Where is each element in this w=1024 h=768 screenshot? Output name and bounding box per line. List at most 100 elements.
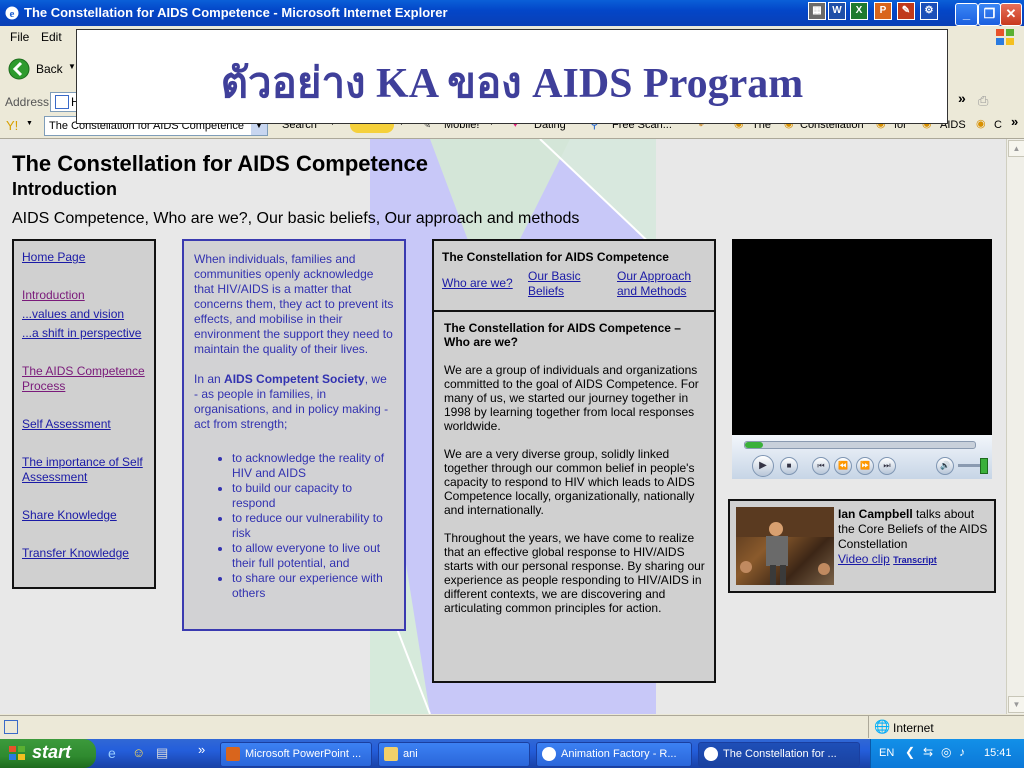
windows-logo-icon: [996, 29, 1014, 45]
mute-button[interactable]: 🔊: [936, 457, 954, 475]
ian-campbell-box: Ian Campbell talks about the Core Belief…: [728, 499, 996, 593]
yahoo-icon[interactable]: Y!: [6, 118, 18, 133]
word-icon[interactable]: W: [828, 2, 846, 20]
seek-bar[interactable]: [744, 441, 976, 449]
slide-title: ตัวอย่าง KA ของ AIDS Program: [220, 61, 804, 107]
volume-thumb[interactable]: [980, 458, 989, 474]
link-basic-beliefs[interactable]: Our Basic Beliefs: [528, 269, 598, 299]
intro-box: When individuals, families and communiti…: [182, 239, 406, 631]
video-thumbnail[interactable]: [736, 507, 834, 585]
scroll-down-icon[interactable]: ▼: [1008, 696, 1024, 713]
clock: 15:41: [984, 747, 1012, 759]
minimize-button[interactable]: _: [955, 3, 978, 26]
ie-quicklaunch-icon[interactable]: e: [108, 745, 116, 761]
video-controls: ▶ ■ ⏮ ⏪ ⏩ ⏭ 🔊: [732, 435, 992, 479]
chevron-right-icon[interactable]: »: [1011, 114, 1018, 129]
app-grid-icon[interactable]: ▦: [808, 2, 826, 20]
page-subheading: Introduction: [12, 179, 117, 199]
globe-icon: 🌐: [874, 719, 891, 734]
link-who-are-we[interactable]: Who are we?: [442, 276, 513, 291]
nav-self-assessment[interactable]: Self Assessment: [22, 417, 111, 432]
powerpoint-icon: [226, 747, 240, 761]
transcript-link[interactable]: Transcript: [893, 555, 937, 565]
list-item: to share our experience with others: [232, 571, 394, 601]
video-clip-link[interactable]: Video clip: [838, 552, 890, 566]
stop-button[interactable]: ■: [780, 457, 798, 475]
nav-share-knowledge[interactable]: Share Knowledge: [22, 508, 117, 523]
status-bar: 🌐 Internet: [0, 715, 1024, 740]
who-paragraph-2: We are a very diverse group, solidly lin…: [444, 447, 695, 517]
window-title: The Constellation for AIDS Competence - …: [24, 5, 448, 20]
svg-text:e: e: [10, 8, 15, 20]
page-content: The Constellation for AIDS Competence In…: [0, 139, 1006, 714]
previous-button[interactable]: ⏮: [812, 457, 830, 475]
ie-icon: e: [5, 6, 19, 20]
chevron-left-icon[interactable]: ❮: [905, 745, 915, 759]
language-indicator[interactable]: EN: [879, 747, 894, 759]
nav-importance-self-assessment[interactable]: The importance of Self Assessment: [22, 455, 150, 485]
who-paragraph-3: Throughout the years, we have come to re…: [444, 531, 705, 615]
task-powerpoint[interactable]: Microsoft PowerPoint ...: [220, 742, 372, 767]
nav-transfer-knowledge[interactable]: Transfer Knowledge: [22, 546, 129, 561]
task-constellation[interactable]: The Constellation for ...: [698, 742, 860, 767]
network-icon[interactable]: ⇆: [923, 745, 933, 759]
close-button[interactable]: ✕: [1000, 3, 1022, 26]
word-search-icon: ◉: [976, 118, 986, 130]
folder-icon: [384, 747, 398, 761]
next-button[interactable]: ⏭: [878, 457, 896, 475]
back-arrow-icon: [8, 58, 30, 80]
volume-icon[interactable]: ♪: [959, 745, 965, 759]
start-button[interactable]: start: [0, 739, 96, 768]
nav-values-vision[interactable]: ...values and vision: [22, 307, 124, 322]
nav-shift-perspective[interactable]: ...a shift in perspective: [22, 326, 141, 341]
word-c[interactable]: C: [994, 119, 1002, 131]
excel-icon[interactable]: X: [850, 2, 868, 20]
menu-edit[interactable]: Edit: [41, 30, 62, 44]
speaker-thumbnail-image: [736, 507, 834, 585]
vertical-scrollbar[interactable]: ▲ ▼: [1006, 139, 1024, 714]
chevron-down-icon[interactable]: ▼: [68, 62, 76, 71]
intro-paragraph-2: In an AIDS Competent Society, we - as pe…: [194, 372, 389, 431]
slide-title-overlay: ตัวอย่าง KA ของ AIDS Program: [76, 29, 948, 124]
settings-app-icon[interactable]: ⚙: [920, 2, 938, 20]
link-approach-methods[interactable]: Our Approach and Methods: [617, 269, 707, 299]
list-item: to acknowledge the reality of HIV and AI…: [232, 451, 394, 481]
chevron-right-icon[interactable]: »: [958, 90, 966, 106]
zone-label: Internet: [893, 721, 934, 735]
rewind-button[interactable]: ⏪: [834, 457, 852, 475]
taskbar: start e ☺ ▤ » Microsoft PowerPoint ... a…: [0, 739, 1024, 768]
aids-competent-society: AIDS Competent Society: [224, 372, 365, 386]
chevron-right-icon[interactable]: »: [198, 742, 205, 757]
menu-file[interactable]: File: [10, 30, 29, 44]
scroll-up-icon[interactable]: ▲: [1008, 140, 1024, 157]
task-animation-factory[interactable]: Animation Factory - R...: [536, 742, 692, 767]
task-ani[interactable]: ani: [378, 742, 530, 767]
chevron-down-icon[interactable]: ▼: [26, 120, 33, 127]
desktop-quicklaunch-icon[interactable]: ▤: [156, 745, 168, 761]
powerpoint-icon[interactable]: P: [874, 2, 892, 20]
left-nav: Home Page Introduction ...values and vis…: [12, 239, 156, 589]
back-button[interactable]: Back ▼: [8, 58, 78, 80]
volume-slider[interactable]: [958, 458, 989, 474]
seek-progress: [745, 442, 764, 448]
acrobat-icon[interactable]: ✎: [897, 2, 915, 20]
intro-paragraph: When individuals, families and communiti…: [194, 252, 394, 356]
list-item: to allow everyone to live out their full…: [232, 541, 394, 571]
print-icon[interactable]: ⎙: [978, 93, 988, 109]
page-status-icon: [4, 720, 18, 734]
section-title: The Constellation for AIDS Competence – …: [444, 321, 681, 349]
play-button[interactable]: ▶: [752, 455, 774, 477]
page-title: The Constellation for AIDS Competence: [12, 151, 429, 176]
windows-logo-icon: [9, 746, 25, 760]
nav-home-page[interactable]: Home Page: [22, 250, 85, 265]
nav-aids-competence-process[interactable]: The AIDS Competence Process: [22, 364, 150, 394]
list-item: to build our capacity to respond: [232, 481, 394, 511]
messenger-quicklaunch-icon[interactable]: ☺: [132, 745, 145, 760]
restore-button[interactable]: ❐: [978, 3, 1001, 26]
antivirus-icon[interactable]: ◎: [941, 745, 951, 759]
list-item: to reduce our vulnerability to risk: [232, 511, 394, 541]
nav-introduction[interactable]: Introduction: [22, 288, 85, 303]
fast-forward-button[interactable]: ⏩: [856, 457, 874, 475]
who-paragraph-1: We are a group of individuals and organi…: [444, 363, 699, 433]
divider: [434, 310, 714, 312]
